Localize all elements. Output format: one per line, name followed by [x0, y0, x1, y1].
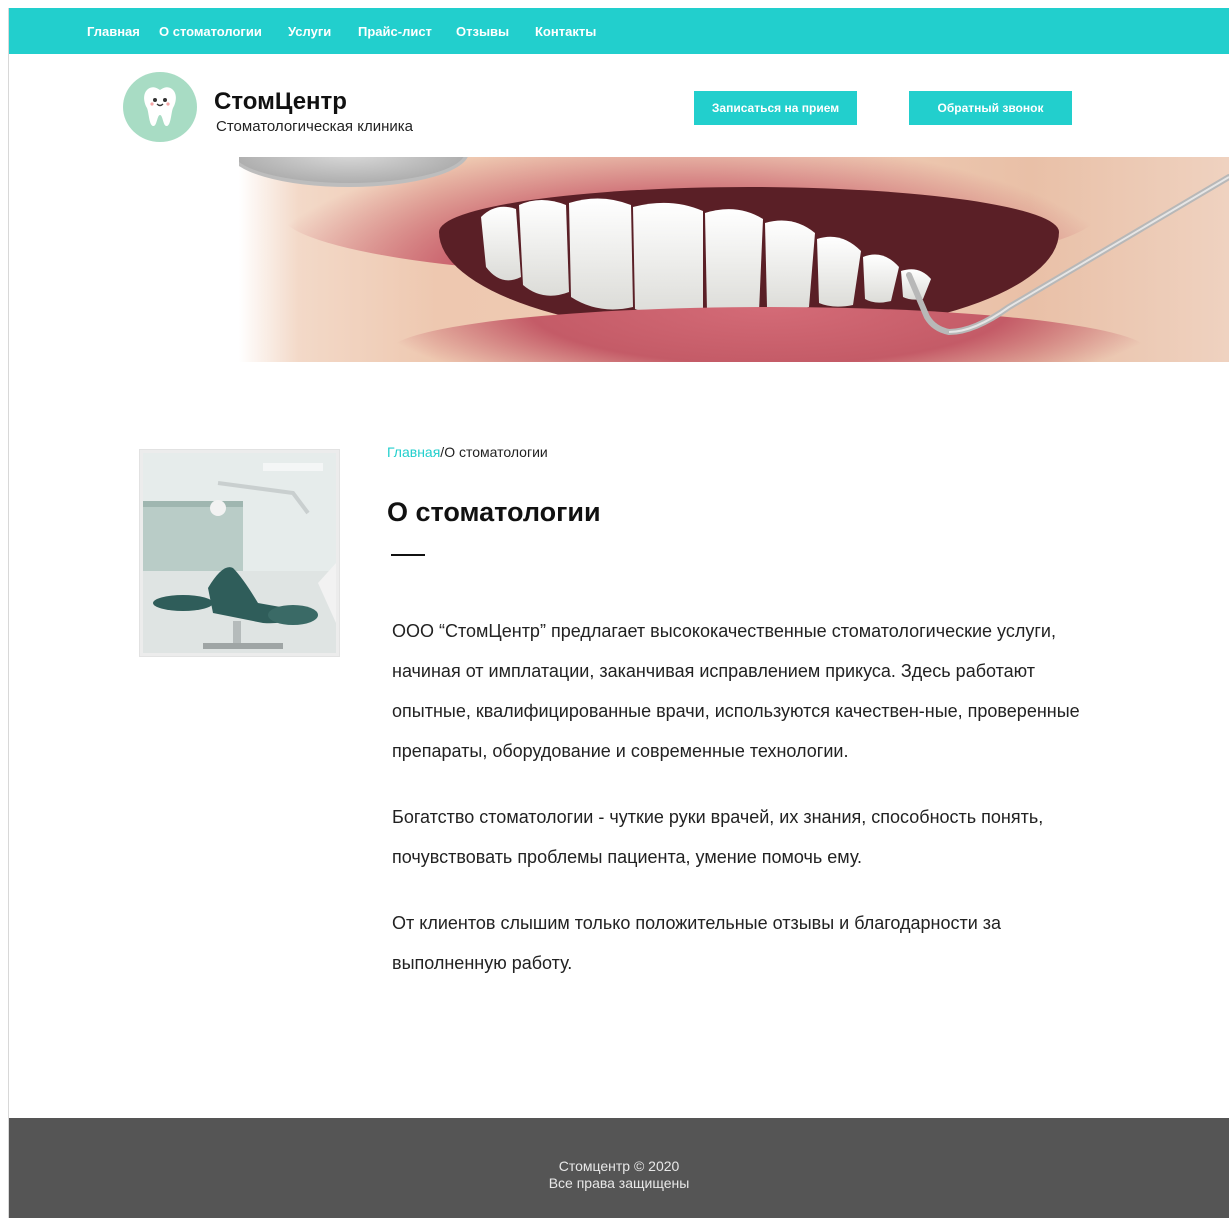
footer-rights: Все права защищены [548, 1175, 690, 1191]
clinic-photo [139, 449, 340, 657]
nav-item-contacts[interactable]: Контакты [535, 24, 615, 39]
hero-dental-probe [906, 174, 1229, 336]
clinic-photo-image [143, 453, 336, 653]
breadcrumb: Главная/О стоматологии [387, 444, 548, 460]
tooth-icon [144, 87, 176, 127]
about-paragraph: От клиентов слышим только положительные … [392, 913, 1002, 973]
nav-item-home[interactable]: Главная [87, 24, 159, 39]
about-paragraph: Богатство стоматологии - чуткие руки вра… [392, 807, 1044, 867]
top-nav: Главная О стоматологии Услуги Прайс-лист… [9, 8, 1229, 54]
title-underline [391, 554, 425, 556]
about-paragraph: ООО “СтомЦентр” предлагает высококачеств… [392, 621, 1080, 761]
dental-chair-illustration [143, 453, 336, 653]
footer: Стомцентр © 2020 Все права защищены [9, 1118, 1229, 1218]
hero-banner [239, 157, 1229, 362]
brand-name: СтомЦентр [214, 88, 347, 115]
nav-item-reviews[interactable]: Отзывы [456, 24, 535, 39]
page-title: О стоматологии [387, 497, 601, 527]
footer-copyright: Стомцентр © 2020 [558, 1158, 680, 1174]
nav-list: Главная О стоматологии Услуги Прайс-лист… [87, 8, 615, 54]
logo[interactable] [123, 72, 197, 142]
appointment-button[interactable]: Записаться на прием [694, 91, 857, 125]
nav-item-prices[interactable]: Прайс-лист [358, 24, 456, 39]
breadcrumb-home-link[interactable]: Главная [387, 444, 440, 460]
nav-item-about[interactable]: О стоматологии [159, 24, 288, 39]
about-text: ООО “СтомЦентр” предлагает высококачеств… [392, 611, 1112, 1009]
nav-item-services[interactable]: Услуги [288, 24, 358, 39]
brand-subtitle: Стоматологическая клиника [216, 118, 413, 135]
page: Главная О стоматологии Услуги Прайс-лист… [8, 8, 1229, 1218]
callback-button[interactable]: Обратный звонок [909, 91, 1072, 125]
breadcrumb-current: О стоматологии [444, 444, 548, 460]
